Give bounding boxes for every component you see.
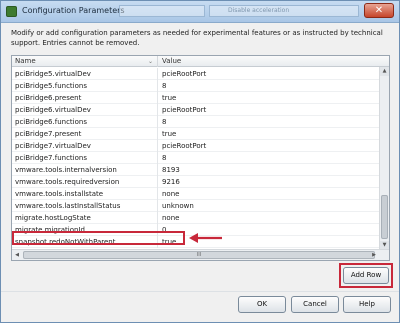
row-value-cell[interactable]: true — [162, 92, 372, 104]
table-row[interactable]: pciBridge6.virtualDev pcieRootPort — [12, 104, 380, 116]
row-value-cell[interactable]: 8193 — [162, 164, 372, 176]
column-header-name[interactable]: Name ⌄ — [12, 56, 158, 67]
table-row[interactable]: vmware.tools.installstate none — [12, 188, 380, 200]
row-name-cell[interactable]: pciBridge7.virtualDev — [15, 140, 158, 152]
row-name-cell[interactable]: migrate.migrationId — [15, 224, 158, 236]
row-name-cell[interactable]: vmware.tools.lastInstallStatus — [15, 200, 158, 212]
horizontal-scroll-thumb[interactable]: III — [23, 251, 375, 259]
table-header: Name ⌄ Value — [12, 56, 389, 67]
table-row[interactable]: migrate.hostLogState none — [12, 212, 380, 224]
row-value-cell[interactable]: 8 — [162, 152, 372, 164]
row-value-cell[interactable]: 9216 — [162, 176, 372, 188]
row-name-cell[interactable]: vmware.tools.requiredversion — [15, 176, 158, 188]
sort-chevron-icon: ⌄ — [147, 58, 153, 65]
row-name-cell[interactable]: vmware.tools.installstate — [15, 188, 158, 200]
close-button[interactable]: ✕ — [364, 3, 394, 18]
table-row[interactable]: pciBridge5.functions 8 — [12, 80, 380, 92]
row-name-cell[interactable]: pciBridge5.virtualDev — [15, 68, 158, 80]
add-row-button[interactable]: Add Row — [343, 267, 389, 284]
divider — [1, 291, 399, 292]
row-name-cell[interactable]: pciBridge7.functions — [15, 152, 158, 164]
column-header-value[interactable]: Value — [159, 56, 376, 67]
table-row[interactable]: pciBridge6.present true — [12, 92, 380, 104]
vertical-scroll-thumb[interactable] — [381, 195, 388, 239]
cancel-button[interactable]: Cancel — [291, 296, 339, 313]
row-value-cell[interactable]: unknown — [162, 200, 372, 212]
column-header-name-label: Name — [15, 57, 36, 65]
background-window-ghost — [119, 5, 205, 17]
table-row[interactable]: pciBridge5.virtualDev pcieRootPort — [12, 68, 380, 80]
row-value-cell[interactable]: true — [162, 128, 372, 140]
scroll-left-icon[interactable]: ◀ — [12, 250, 22, 260]
row-value-cell[interactable]: 8 — [162, 80, 372, 92]
scroll-up-icon[interactable]: ▲ — [380, 67, 389, 76]
row-name-cell[interactable]: pciBridge5.functions — [15, 80, 158, 92]
row-name-cell[interactable]: vmware.tools.internalversion — [15, 164, 158, 176]
help-button[interactable]: Help — [343, 296, 391, 313]
window-title: Configuration Parameters — [22, 6, 125, 15]
title-bar: Configuration Parameters Disable acceler… — [1, 1, 399, 23]
red-arrow-icon — [189, 233, 222, 243]
table-row[interactable]: pciBridge7.virtualDev pcieRootPort — [12, 140, 380, 152]
row-name-cell[interactable]: pciBridge7.present — [15, 128, 158, 140]
row-name-cell[interactable]: pciBridge6.functions — [15, 116, 158, 128]
table-row[interactable]: pciBridge7.present true — [12, 128, 380, 140]
table-row[interactable]: vmware.tools.internalversion 8193 — [12, 164, 380, 176]
horizontal-scrollbar[interactable]: ◀ III ▶ — [12, 249, 389, 260]
row-value-cell[interactable]: none — [162, 212, 372, 224]
row-name-cell[interactable]: migrate.hostLogState — [15, 212, 158, 224]
table-body: pciBridge5.virtualDev pcieRootPort pciBrid… — [12, 68, 380, 248]
table-row[interactable]: pciBridge6.functions 8 — [12, 116, 380, 128]
ok-button[interactable]: OK — [238, 296, 286, 313]
background-window-ghost-2: Disable acceleration — [209, 5, 359, 17]
row-value-cell[interactable]: 8 — [162, 116, 372, 128]
row-name-cell[interactable]: snapshot.redoNotWithParent — [15, 236, 158, 248]
table-row[interactable]: vmware.tools.requiredversion 9216 — [12, 176, 380, 188]
row-value-cell[interactable]: pcieRootPort — [162, 68, 372, 80]
table-row[interactable]: vmware.tools.lastInstallStatus unknown — [12, 200, 380, 212]
row-value-cell[interactable]: pcieRootPort — [162, 140, 372, 152]
row-name-cell[interactable]: pciBridge6.virtualDev — [15, 104, 158, 116]
row-value-cell[interactable]: none — [162, 188, 372, 200]
vertical-scrollbar[interactable]: ▲ ▼ — [379, 67, 389, 250]
table-row[interactable]: pciBridge7.functions 8 — [12, 152, 380, 164]
row-name-cell[interactable]: pciBridge6.present — [15, 92, 158, 104]
configuration-parameters-dialog: Configuration Parameters Disable acceler… — [0, 0, 400, 323]
scroll-right-icon[interactable]: ▶ — [369, 250, 379, 260]
description-text: Modify or add configuration parameters a… — [11, 29, 383, 47]
app-icon — [6, 6, 17, 17]
row-value-cell[interactable]: pcieRootPort — [162, 104, 372, 116]
